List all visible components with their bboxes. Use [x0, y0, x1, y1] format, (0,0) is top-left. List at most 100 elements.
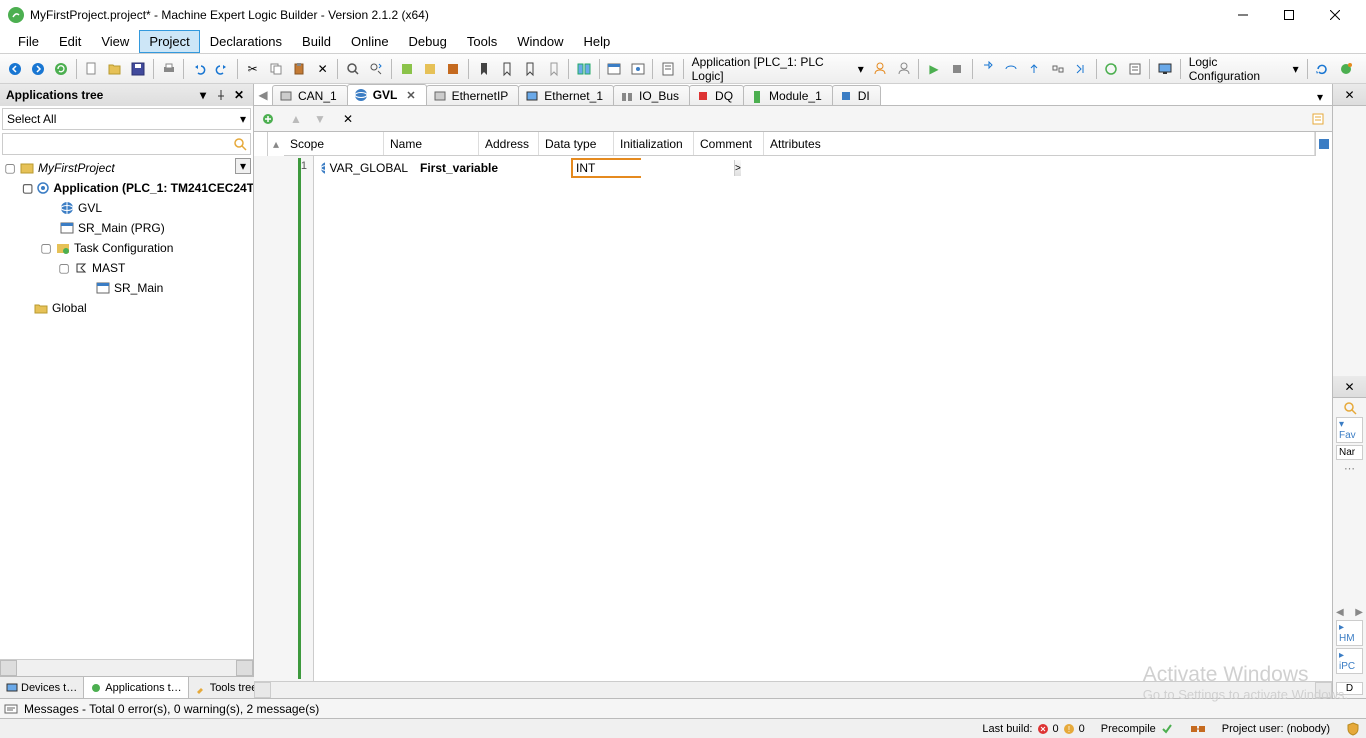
menu-project[interactable]: Project — [139, 30, 199, 53]
nav-back-button[interactable] — [4, 58, 25, 80]
tab-close-button[interactable]: ✕ — [406, 89, 415, 102]
tree-srmain-task-node[interactable]: SR_Main — [0, 278, 253, 298]
nav-forward-button[interactable] — [27, 58, 48, 80]
copy-button[interactable] — [265, 58, 286, 80]
variable-row-1[interactable]: VAR_GLOBAL First_variable > — [314, 156, 1332, 180]
logic-config-dropdown[interactable]: Logic Configuration▾ — [1185, 58, 1303, 80]
find-replace-button[interactable] — [366, 58, 387, 80]
close-button[interactable] — [1312, 0, 1358, 30]
tree-srmain-node[interactable]: SR_Main (PRG) — [0, 218, 253, 238]
col-address[interactable]: Address — [479, 132, 539, 155]
menu-help[interactable]: Help — [573, 30, 620, 53]
tab-ethernet1[interactable]: Ethernet_1 — [518, 85, 614, 105]
move-up-button[interactable]: ▲ — [286, 109, 306, 129]
tree-scrollbar-horizontal[interactable] — [0, 659, 253, 676]
right-panel-close[interactable]: ✕ — [1333, 84, 1366, 106]
add-declaration-button[interactable] — [258, 109, 278, 129]
paste-button[interactable] — [289, 58, 310, 80]
step-into-button[interactable] — [977, 58, 998, 80]
initialization-value[interactable] — [644, 156, 724, 180]
address-value[interactable] — [509, 156, 569, 180]
delete-button[interactable]: ✕ — [312, 58, 333, 80]
tree-project-node[interactable]: ▢ MyFirstProject — [0, 158, 253, 178]
nav-left-icon[interactable]: ◀ — [1336, 607, 1344, 618]
menu-declarations[interactable]: Declarations — [200, 30, 292, 53]
login-button[interactable] — [870, 58, 891, 80]
editor-scrollbar-horizontal[interactable] — [254, 681, 1332, 698]
new-button[interactable] — [81, 58, 102, 80]
panel-close-button[interactable]: ✕ — [231, 87, 247, 103]
menu-online[interactable]: Online — [341, 30, 399, 53]
tool-c-button[interactable] — [443, 58, 464, 80]
comment-value[interactable] — [724, 156, 794, 180]
hm-tab[interactable]: ▸ HM — [1336, 620, 1363, 646]
bookmark-prev-button[interactable] — [496, 58, 517, 80]
collapse-icon[interactable]: ▢ — [40, 241, 52, 255]
tab-nav-left[interactable]: ◀ — [256, 87, 270, 103]
stop-button[interactable] — [947, 58, 968, 80]
collapse-icon[interactable]: ▢ — [58, 261, 70, 275]
step-button[interactable] — [1047, 58, 1068, 80]
tool-list-button[interactable] — [1124, 58, 1145, 80]
applications-tree-header[interactable]: Applications tree ▾ ✕ — [0, 84, 253, 106]
print-button[interactable] — [158, 58, 179, 80]
tab-dq[interactable]: DQ — [689, 85, 744, 105]
menu-build[interactable]: Build — [292, 30, 341, 53]
sort-indicator-icon[interactable]: ▴ — [268, 132, 284, 156]
col-datatype[interactable]: Data type — [539, 132, 614, 155]
step-out-button[interactable] — [1024, 58, 1045, 80]
tabs-overflow-button[interactable]: ▾ — [1312, 89, 1328, 105]
tree-global-node[interactable]: Global — [0, 298, 253, 318]
ipc-tab[interactable]: ▸ iPC — [1336, 648, 1363, 674]
collapse-icon[interactable]: ▢ — [22, 181, 33, 195]
text-view-button[interactable] — [1308, 109, 1328, 129]
tool-dialog2-button[interactable] — [627, 58, 648, 80]
tool-b-button[interactable] — [419, 58, 440, 80]
find-button[interactable] — [342, 58, 363, 80]
nav-right-icon[interactable]: ▶ — [1355, 607, 1363, 618]
save-button[interactable] — [128, 58, 149, 80]
tool-cycle-button[interactable] — [1101, 58, 1122, 80]
scroll-left-arrow[interactable] — [0, 660, 17, 676]
select-all-dropdown[interactable]: Select All▾ — [2, 108, 251, 130]
devices-tree-tab[interactable]: Devices t… — [0, 677, 84, 698]
bookmark-button[interactable] — [473, 58, 494, 80]
tool-split-button[interactable] — [573, 58, 594, 80]
move-down-button[interactable]: ▼ — [310, 109, 330, 129]
tab-iobus[interactable]: IO_Bus — [613, 85, 690, 105]
menu-file[interactable]: File — [8, 30, 49, 53]
step-over-button[interactable] — [1000, 58, 1021, 80]
panel-pin-button[interactable] — [213, 87, 229, 103]
redo-button[interactable] — [212, 58, 233, 80]
delete-row-button[interactable]: ✕ — [338, 109, 358, 129]
tool-form-button[interactable] — [657, 58, 678, 80]
connect-button[interactable] — [1335, 58, 1356, 80]
tab-gvl[interactable]: GVL✕ — [347, 84, 427, 105]
panel-dropdown-button[interactable]: ▾ — [195, 87, 211, 103]
scroll-right-arrow[interactable] — [236, 660, 253, 676]
run-button[interactable]: ▶ — [923, 58, 944, 80]
tree-taskconfig-node[interactable]: ▢ Task Configuration — [0, 238, 253, 258]
menu-view[interactable]: View — [91, 30, 139, 53]
tree-options-button[interactable]: ▾ — [235, 158, 251, 174]
scroll-right-arrow[interactable] — [1315, 682, 1332, 698]
app-context-dropdown[interactable]: Application [PLC_1: PLC Logic]▾ — [688, 58, 868, 80]
cut-button[interactable]: ✂ — [242, 58, 263, 80]
name-value[interactable]: First_variable — [414, 156, 509, 180]
tab-di[interactable]: DI — [832, 85, 881, 105]
col-name[interactable]: Name — [384, 132, 479, 155]
menu-edit[interactable]: Edit — [49, 30, 91, 53]
connection-status-icon[interactable] — [1190, 722, 1206, 736]
refresh-config-button[interactable] — [1312, 58, 1333, 80]
tab-ethernetip[interactable]: EthernetIP — [426, 85, 520, 105]
datatype-editor[interactable]: > — [571, 158, 641, 178]
bookmark-next-button[interactable] — [520, 58, 541, 80]
right-search-icon[interactable] — [1336, 401, 1363, 415]
table-view-button[interactable] — [1315, 132, 1332, 156]
menu-tools[interactable]: Tools — [457, 30, 507, 53]
tab-module1[interactable]: Module_1 — [743, 85, 833, 105]
d-tab[interactable]: D — [1336, 682, 1363, 695]
tool-a-button[interactable] — [396, 58, 417, 80]
tab-can1[interactable]: CAN_1 — [272, 85, 348, 105]
tree-search-box[interactable] — [2, 133, 251, 155]
